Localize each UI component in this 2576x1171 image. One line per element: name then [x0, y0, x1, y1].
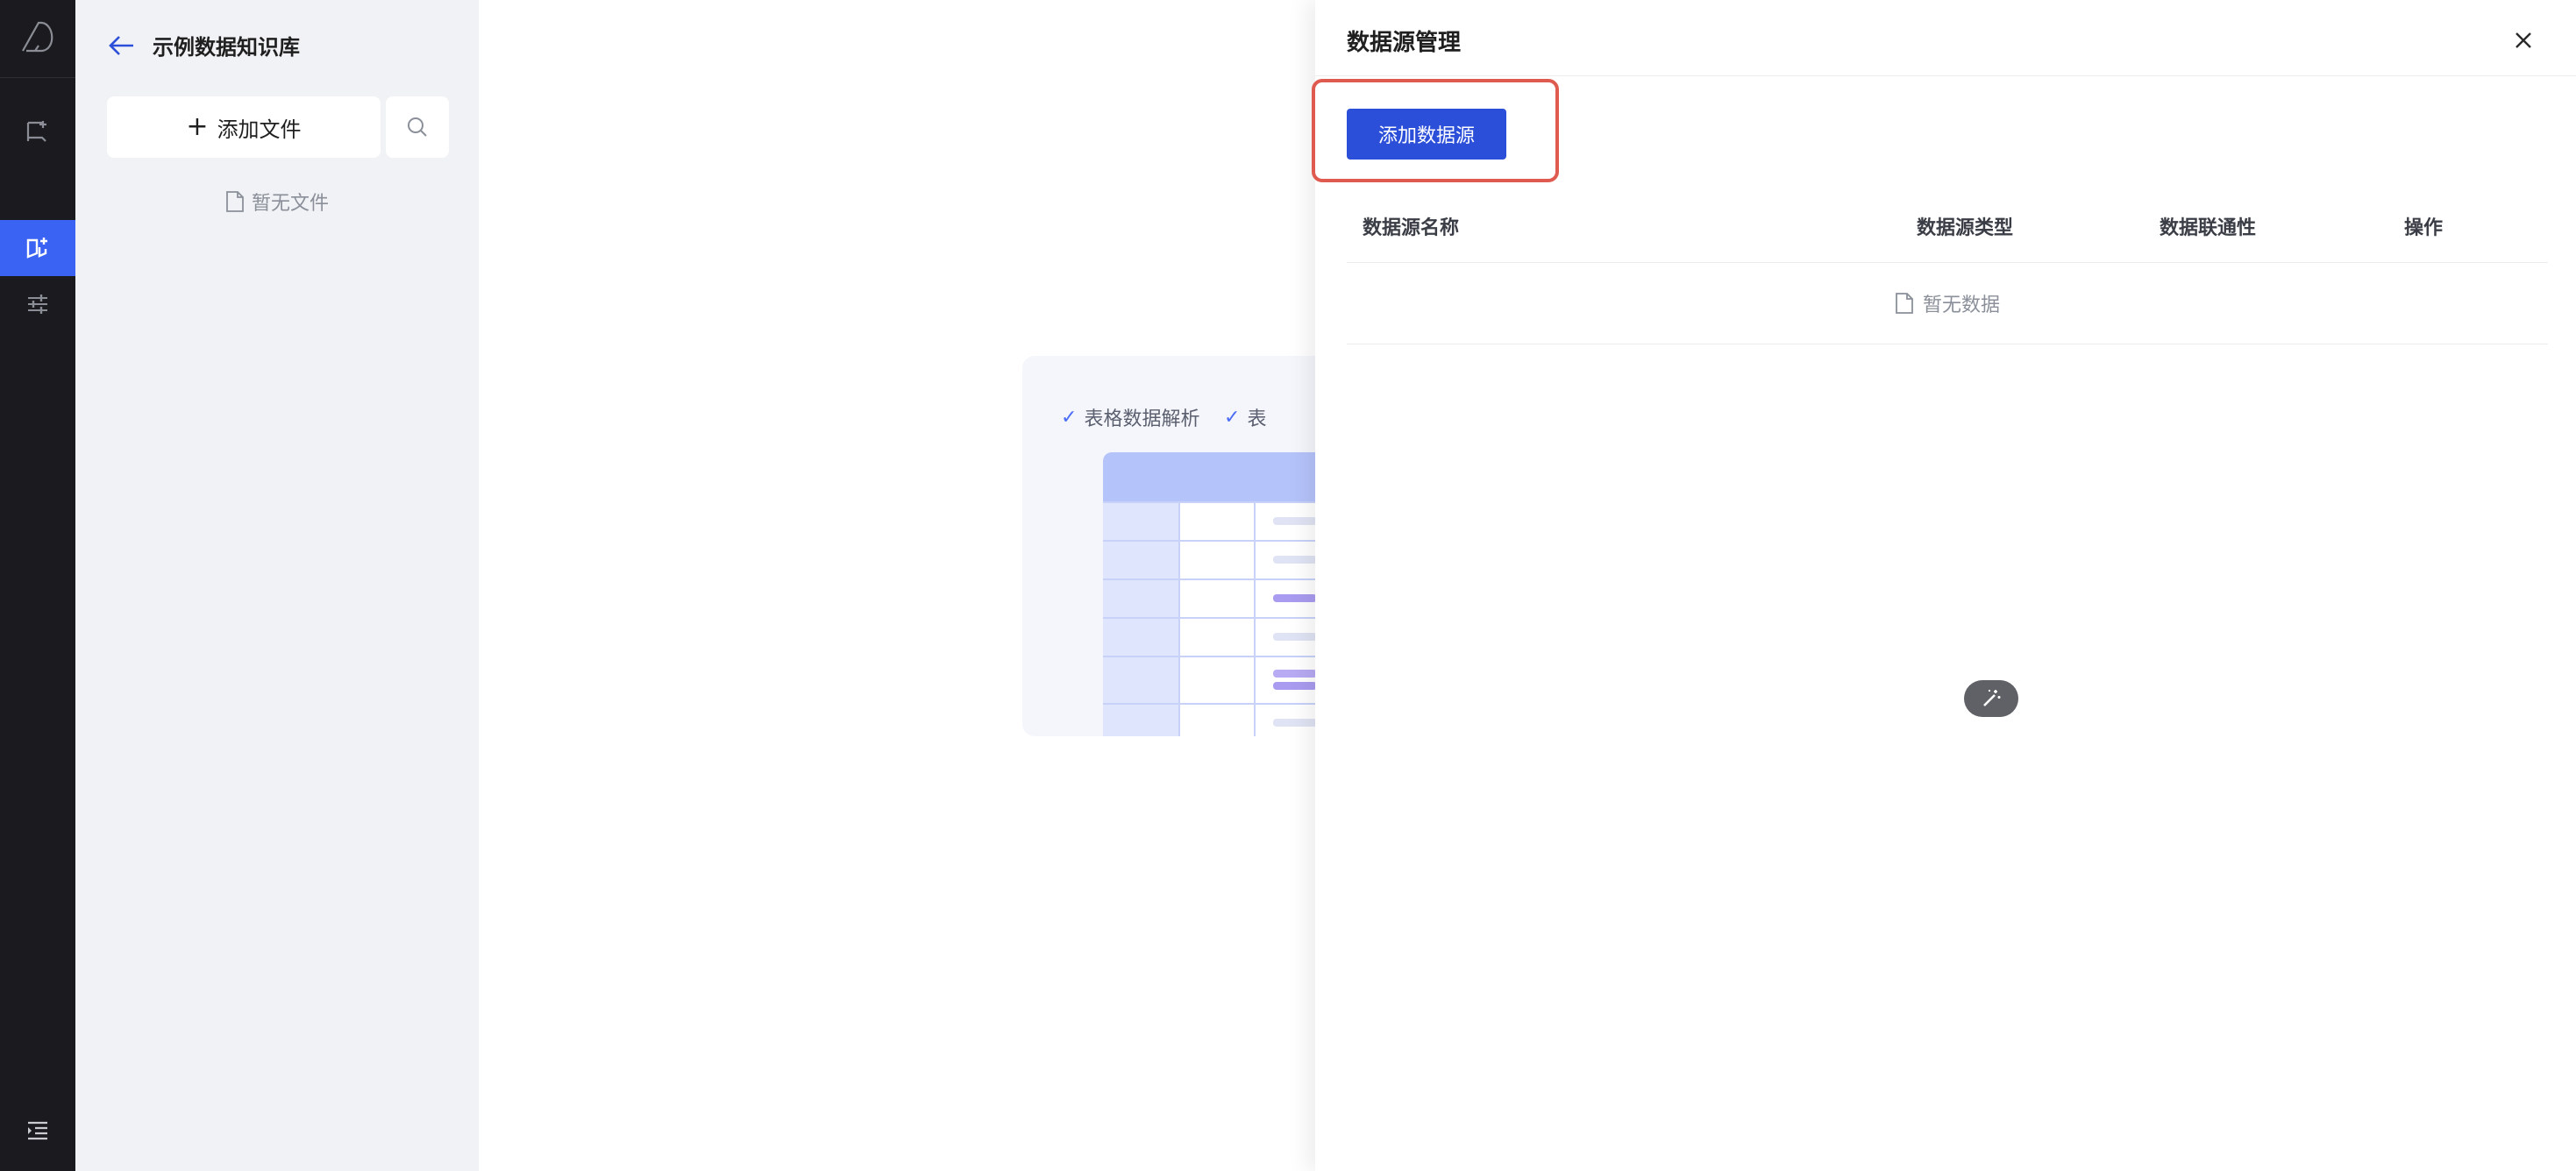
magic-wand-button[interactable] — [1964, 680, 2018, 717]
search-icon — [408, 117, 427, 137]
close-button[interactable] — [2504, 21, 2543, 60]
sliders-icon — [28, 295, 47, 314]
drawer-title: 数据源管理 — [1347, 30, 1462, 56]
add-file-label: 添加文件 — [217, 117, 302, 142]
column-header-type: 数据源类型 — [1917, 217, 2014, 239]
add-file-button[interactable]: + 添加文件 — [107, 96, 381, 158]
check-icon: ✓ — [1224, 406, 1241, 429]
rail-knowledge-button[interactable] — [0, 220, 75, 276]
rail-divider — [0, 77, 75, 78]
file-list-empty-text: 暂无文件 — [251, 193, 329, 215]
check-icon: ✓ — [1061, 406, 1078, 429]
file-panel-header: 示例数据知识库 — [107, 30, 300, 60]
knowledge-book-icon — [26, 238, 47, 259]
back-arrow-icon[interactable] — [107, 31, 137, 60]
close-icon — [2516, 32, 2531, 48]
empty-file-icon — [226, 191, 244, 212]
column-header-actions: 操作 — [2404, 217, 2444, 239]
column-header-connectivity: 数据联通性 — [2160, 217, 2257, 239]
rail-collapse-button[interactable] — [0, 1103, 75, 1159]
feature-item: ✓ 表 — [1224, 406, 1267, 431]
column-header-name: 数据源名称 — [1363, 217, 1460, 239]
table-empty-text: 暂无数据 — [1922, 295, 2000, 316]
file-panel: 示例数据知识库 + 添加文件 暂无文件 — [75, 0, 479, 1171]
drawer-divider — [1315, 75, 2576, 76]
empty-file-icon — [1896, 293, 1913, 314]
collapse-menu-icon — [28, 1121, 47, 1140]
search-button[interactable] — [386, 96, 449, 158]
knowledge-base-title: 示例数据知识库 — [153, 35, 300, 60]
logo-icon — [22, 21, 53, 53]
left-rail — [0, 0, 75, 1171]
file-list-empty: 暂无文件 — [75, 188, 479, 216]
plus-icon: + — [186, 111, 209, 142]
main-content: ✓ 表格数据解析 ✓ 表 — [479, 0, 1373, 1171]
table-header-divider — [1347, 262, 2548, 263]
data-source-drawer: 数据源管理 添加数据源 数据源名称 数据源类型 数据联通性 操作 暂无数据 — [1312, 0, 2576, 1171]
table-empty-state: 暂无数据 — [1347, 289, 2548, 317]
rail-chat-button[interactable] — [0, 103, 75, 160]
add-data-source-button[interactable]: 添加数据源 — [1347, 109, 1506, 160]
chat-flag-icon — [26, 121, 46, 142]
feature-item: ✓ 表格数据解析 — [1061, 406, 1200, 431]
magic-wand-icon — [1983, 690, 2001, 706]
rail-settings-button[interactable] — [0, 275, 75, 331]
